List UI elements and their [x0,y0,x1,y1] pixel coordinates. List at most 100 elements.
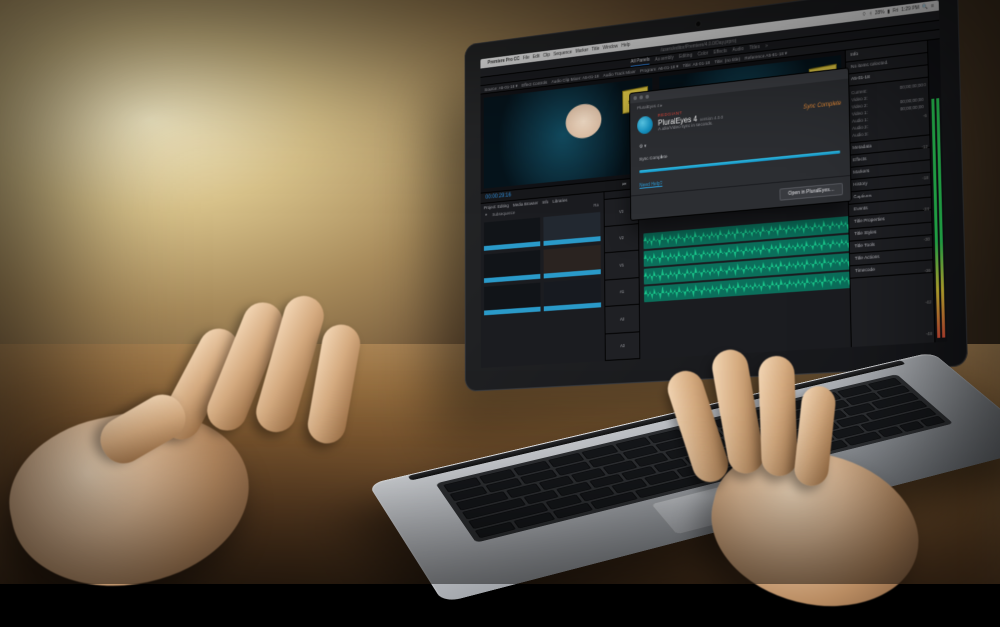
bluetooth-icon[interactable]: ᚼ [869,11,872,17]
battery-icon[interactable]: ▮ [887,9,890,15]
program-timecode[interactable]: 00;04;09;00 [804,160,842,171]
sidebar-panel-markers[interactable]: Markers [848,160,930,180]
source-timecode[interactable]: 00:00:29:16 [485,193,511,201]
project-panel[interactable]: Project: Editing Media Browser Info Libr… [481,192,606,368]
workspace-editing[interactable]: Editing [679,52,692,59]
tab-reference[interactable]: Reference A5-01-18 ▾ [745,52,787,62]
audio-meter-scale: 0-6-12-18-24-30-36-42-48 [916,82,932,337]
video-clip[interactable] [691,196,800,216]
source-monitor[interactable]: 100 Step [484,78,653,189]
key[interactable] [644,471,680,485]
workspace-effects[interactable]: Effects [713,48,727,56]
keyboard[interactable] [435,374,953,543]
clip-thumb[interactable] [543,245,601,279]
track-a3[interactable]: A3 [606,332,640,361]
master-audio-meter[interactable] [927,39,947,342]
video-clip[interactable] [740,183,804,199]
traffic-zoom-icon[interactable] [645,95,648,99]
workspace-overflow-icon[interactable]: » [765,43,768,49]
menu-edit[interactable]: Edit [533,54,540,61]
clip-thumb[interactable] [543,278,601,311]
notifications-icon[interactable]: ≡ [931,3,934,9]
bin-col2: Ra [594,202,599,207]
audio-clip[interactable] [643,215,850,249]
traffic-minimize-icon[interactable] [639,95,642,99]
workspace-audio[interactable]: Audio [732,46,744,53]
menubar-status[interactable]: ⌔ ᚼ 28% ▮ Fri 1:29 PM 🔍 ≡ [862,3,934,18]
clock-day[interactable]: Fri [893,7,899,14]
settings-gear-icon[interactable]: ⚙ ▾ [639,143,646,150]
info-kv: Video 3: [851,88,923,103]
screen-bezel: Premiere Pro CC File Edit Clip Sequence … [465,0,968,392]
clock-time[interactable]: 1:29 PM [901,5,919,13]
track-a1[interactable]: A1 [605,278,639,307]
traffic-close-icon[interactable] [633,96,636,100]
info-panel-header[interactable]: Info [846,41,928,63]
photo-scene: Premiere Pro CC File Edit Clip Sequence … [0,0,1000,584]
pluraleyes-logo-icon [637,115,653,134]
sidebar-panel-title-actions[interactable]: Title Actions [850,248,933,267]
track-v1[interactable]: V1 [605,251,639,281]
program-sign: 100 Step [810,65,836,92]
spotlight-icon[interactable]: 🔍 [922,4,928,11]
sidebar-panel-title-styles[interactable]: Title Styles [849,223,931,242]
info-kv: Current:00;00;00;00 [851,81,923,96]
sidebar-panel-history[interactable]: History [848,173,930,193]
laptop-base [368,352,1000,603]
info-clip-name: A5-01-18 [846,65,928,87]
info-kv-block: Current:00;00;00;00Video 3:Video 2:00;00… [846,78,929,144]
workspace-assembly[interactable]: Assembly [655,55,674,63]
right-sidebar[interactable]: Info No items selected. A5-01-18 Current… [845,41,935,347]
info-panel-empty: No items selected. [846,53,928,75]
clip-thumb[interactable] [543,212,601,246]
track-a2[interactable]: A2 [605,305,639,334]
menu-file[interactable]: File [523,55,530,61]
menu-window[interactable]: Window [603,44,618,52]
db-mark: -18 [922,175,928,181]
key[interactable] [581,445,618,459]
bin-collapse-icon[interactable]: ▸ [485,212,487,218]
open-in-pluraleyes-button[interactable]: Open in PluralEyes… [780,183,843,201]
workspace-titles[interactable]: Titles [749,44,760,51]
info-kv: Video 2:00;00;00;00 [852,96,924,111]
battery-percent: 28% [875,9,885,16]
info-kv: Audio 2: [852,117,924,132]
sidebar-panel-captions[interactable]: Captions [849,185,931,205]
meter-r [936,98,945,337]
menu-title[interactable]: Title [592,46,600,53]
sidebar-panel-title-properties[interactable]: Title Properties [849,210,931,229]
track-v2[interactable]: V2 [605,224,639,254]
db-mark: -48 [926,331,932,337]
db-mark: -30 [924,237,930,243]
info-kv: Audio 3: [852,125,924,140]
db-mark: -36 [924,268,930,274]
laptop-lid: Premiere Pro CC File Edit Clip Sequence … [465,0,968,392]
progress-label: Sync Complete [639,155,667,163]
sidebar-panel-title-tools[interactable]: Title Tools [850,235,932,254]
db-mark: -12 [921,144,927,150]
clip-thumbnails[interactable] [481,208,605,368]
sidebar-panel-timecode[interactable]: Timecode [850,260,933,278]
screen: Premiere Pro CC File Edit Clip Sequence … [480,0,947,368]
sidebar-panel-metadata[interactable]: Metadata [848,135,930,155]
db-mark: 0 [924,82,927,87]
info-kv: Video 1:00;00;00;00 [852,103,924,118]
sync-status: Sync Complete [803,100,841,110]
pluraleyes-panel[interactable]: PluralEyes 4 ▸ REDGIANT PluralEyes 4vers… [629,67,852,221]
db-mark: -24 [923,206,929,212]
wifi-icon[interactable]: ⌔ [862,12,867,19]
clip-thumb[interactable] [484,250,540,283]
track-headers[interactable]: V3 V2 V1 A1 A2 A3 [604,197,640,361]
db-mark: -6 [923,113,927,119]
menu-help[interactable]: Help [621,42,630,49]
workspace-color[interactable]: Color [698,50,709,57]
meter-l [931,99,940,338]
clip-thumb[interactable] [484,217,540,250]
laptop: Premiere Pro CC File Edit Clip Sequence … [420,10,1000,570]
menu-marker[interactable]: Marker [575,47,588,54]
clip-thumb[interactable] [484,283,540,316]
sidebar-panel-events[interactable]: Events [849,198,931,217]
goto-in-icon[interactable]: ⏮ [621,181,628,187]
sidebar-panel-effects[interactable]: Effects [848,148,930,168]
menu-clip[interactable]: Clip [543,52,550,59]
